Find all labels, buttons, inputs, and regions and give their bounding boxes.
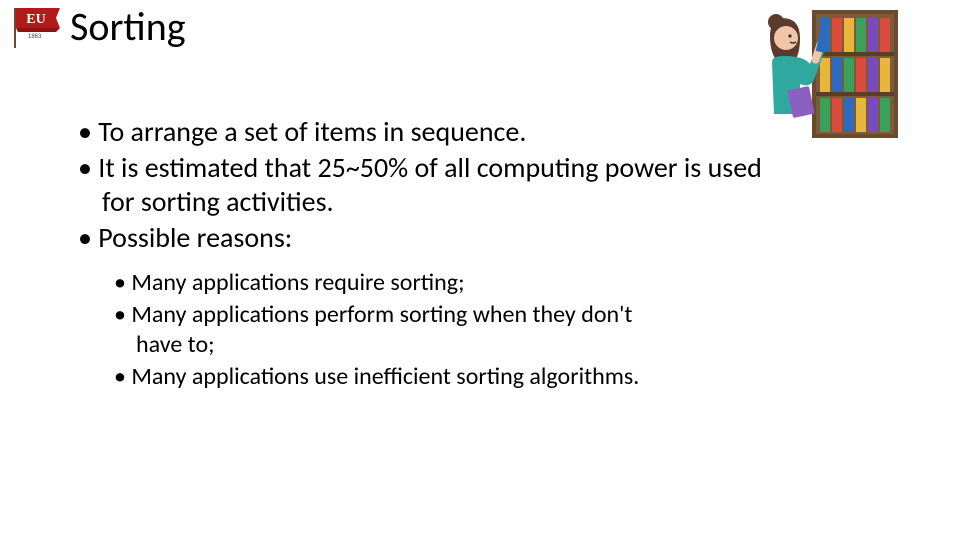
subbullet-3: Many applications use inefficient sortin… (114, 362, 674, 392)
subbullet-1: Many applications require sorting; (114, 268, 674, 298)
bullet-1: To arrange a set of items in sequence. (78, 115, 798, 149)
bullet-2: It is estimated that 25~50% of all compu… (78, 151, 798, 219)
bullet-3: Possible reasons: (78, 221, 798, 255)
sub-bullets: Many applications require sorting; Many … (114, 268, 674, 392)
eu-logo: EU 1863 (6, 6, 62, 48)
logo-year: 1863 (28, 34, 42, 40)
subbullet-2: Many applications perform sorting when t… (114, 300, 674, 360)
logo-text: EU (26, 12, 45, 27)
slide-title: Sorting (70, 2, 186, 51)
slide-content: To arrange a set of items in sequence. I… (78, 115, 798, 394)
